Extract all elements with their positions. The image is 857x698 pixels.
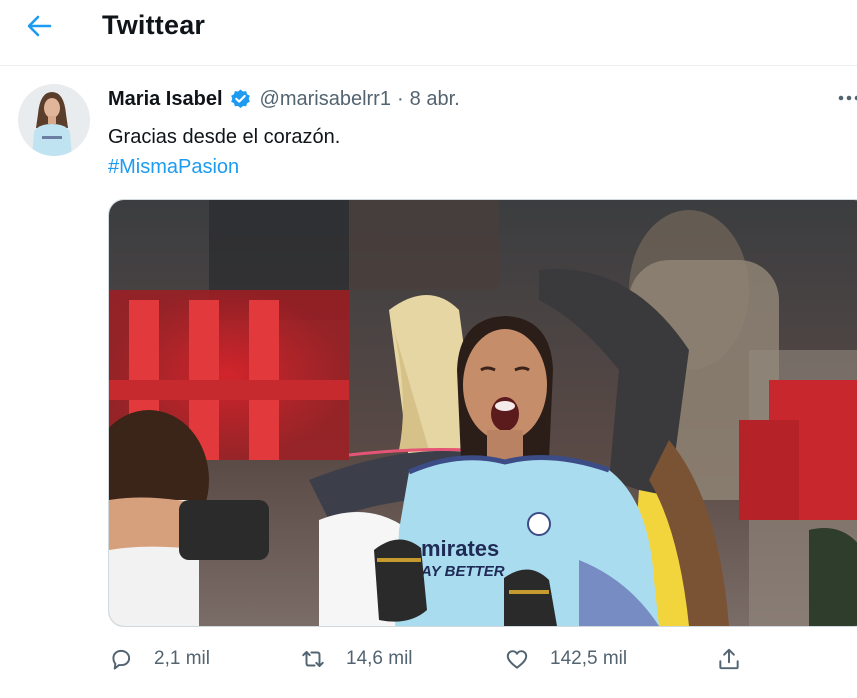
author-name[interactable]: Maria Isabel xyxy=(108,88,223,111)
reply-button[interactable]: 2,1 mil xyxy=(108,644,210,674)
top-bar: Twittear xyxy=(0,0,857,66)
photo-image: mirates AY BETTER xyxy=(109,200,857,626)
retweet-count: 14,6 mil xyxy=(346,648,413,669)
tweet-text: Gracias desde el corazón. #MismaPasion xyxy=(108,122,340,182)
share-icon xyxy=(719,648,739,670)
arrow-left-icon xyxy=(27,15,52,37)
author-handle[interactable]: @marisabelrr1 xyxy=(260,88,391,111)
retweet-button[interactable]: 14,6 mil xyxy=(300,644,413,674)
tweet-header: Maria Isabel @marisabelrr1 · 8 abr. xyxy=(108,84,460,114)
share-button[interactable] xyxy=(716,644,742,674)
tweet-body: Gracias desde el corazón. xyxy=(108,126,341,148)
jersey-sponsor-line2: AY BETTER xyxy=(420,563,505,580)
tweet-actions: 2,1 mil 14,6 mil 142,5 mil xyxy=(108,644,848,674)
tweet: Maria Isabel @marisabelrr1 · 8 abr. Grac… xyxy=(0,66,857,698)
reply-count: 2,1 mil xyxy=(154,648,210,669)
retweet-icon xyxy=(302,650,324,668)
heart-icon xyxy=(506,650,528,669)
back-button[interactable] xyxy=(22,9,56,43)
more-button[interactable] xyxy=(836,88,857,108)
verified-badge-icon xyxy=(230,88,250,108)
tweet-date[interactable]: 8 abr. xyxy=(410,88,460,111)
reply-icon xyxy=(112,649,131,670)
hashtag-link[interactable]: #MismaPasion xyxy=(108,156,239,178)
avatar-image xyxy=(18,84,90,156)
page-title: Twittear xyxy=(102,10,206,40)
avatar[interactable] xyxy=(18,84,90,156)
like-button[interactable]: 142,5 mil xyxy=(504,644,627,674)
like-count: 142,5 mil xyxy=(550,648,628,669)
more-dots-icon xyxy=(838,95,857,101)
separator-dot: · xyxy=(396,87,404,110)
jersey-sponsor-line1: mirates xyxy=(421,536,499,561)
tweet-photo[interactable]: mirates AY BETTER xyxy=(108,199,857,627)
